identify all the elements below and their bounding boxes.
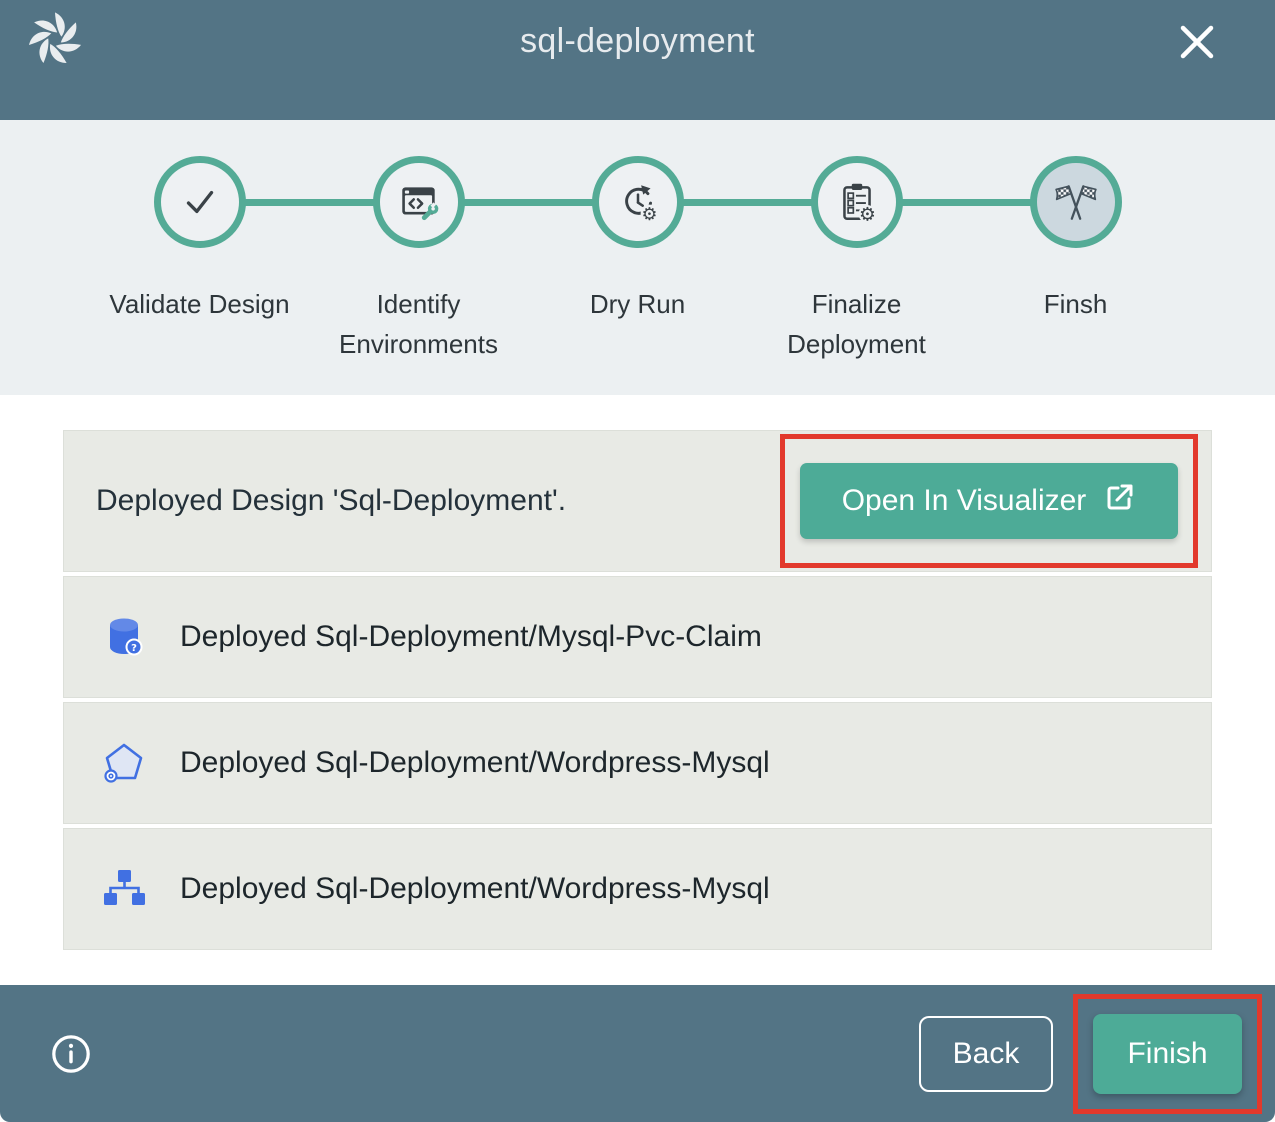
finish-flags-icon [1030, 156, 1122, 248]
dry-run-icon: ⚙ [592, 156, 684, 248]
deployed-resource-text: Deployed Sql-Deployment/Wordpress-Mysql [180, 746, 770, 780]
modal-title: sql-deployment [0, 22, 1275, 61]
deployment-stepper: Validate Design Iden [0, 120, 1275, 395]
deployment-results: Deployed Design 'Sql-Deployment'. Open I… [0, 395, 1275, 985]
annotation-box-finish: Finish [1073, 994, 1262, 1114]
back-button[interactable]: Back [919, 1016, 1053, 1092]
step-label: Dry Run [590, 284, 685, 324]
step-finalize-deployment: ⚙ Finalize Deployment [747, 156, 966, 365]
deployment-message: Deployed Design 'Sql-Deployment'. [96, 484, 566, 518]
check-icon [154, 156, 246, 248]
deployment-message-row: Deployed Design 'Sql-Deployment'. Open I… [63, 430, 1212, 572]
code-config-icon [373, 156, 465, 248]
close-icon [1175, 52, 1219, 67]
step-label: Identify Environments [311, 284, 526, 365]
step-label: Validate Design [109, 284, 289, 324]
modal-footer: Back Finish [0, 985, 1275, 1122]
sql-deployment-modal: sql-deployment Validate Design [0, 0, 1275, 1122]
deployed-resource-row: Deployed Sql-Deployment/Wordpress-Mysql [63, 702, 1212, 824]
database-icon: ? [100, 613, 148, 661]
step-finish: Finsh [966, 156, 1185, 365]
annotation-box-visualizer: Open In Visualizer [780, 434, 1198, 568]
modal-header: sql-deployment [0, 0, 1275, 120]
step-dry-run: ⚙ Dry Run [528, 156, 747, 365]
open-in-visualizer-label: Open In Visualizer [842, 484, 1087, 518]
info-button[interactable] [50, 1033, 92, 1075]
checklist-gear-icon: ⚙ [811, 156, 903, 248]
step-label: Finsh [1044, 284, 1108, 324]
deployed-resource-row: ? Deployed Sql-Deployment/Mysql-Pvc-Clai… [63, 576, 1212, 698]
step-label: Finalize Deployment [749, 284, 964, 365]
svg-text:?: ? [131, 643, 137, 654]
pod-icon [100, 739, 148, 787]
open-in-visualizer-button[interactable]: Open In Visualizer [800, 463, 1178, 539]
step-identify-environments: Identify Environments [309, 156, 528, 365]
external-link-icon [1104, 481, 1136, 521]
deployed-resource-text: Deployed Sql-Deployment/Wordpress-Mysql [180, 872, 770, 906]
info-icon [50, 1063, 92, 1078]
deployed-resource-row: Deployed Sql-Deployment/Wordpress-Mysql [63, 828, 1212, 950]
svg-text:⚙: ⚙ [641, 205, 657, 225]
hierarchy-icon [100, 865, 148, 913]
deployed-resource-text: Deployed Sql-Deployment/Mysql-Pvc-Claim [180, 620, 762, 654]
finish-button[interactable]: Finish [1093, 1014, 1242, 1094]
close-button[interactable] [1175, 20, 1219, 64]
step-validate-design: Validate Design [90, 156, 309, 365]
svg-text:⚙: ⚙ [859, 204, 876, 225]
